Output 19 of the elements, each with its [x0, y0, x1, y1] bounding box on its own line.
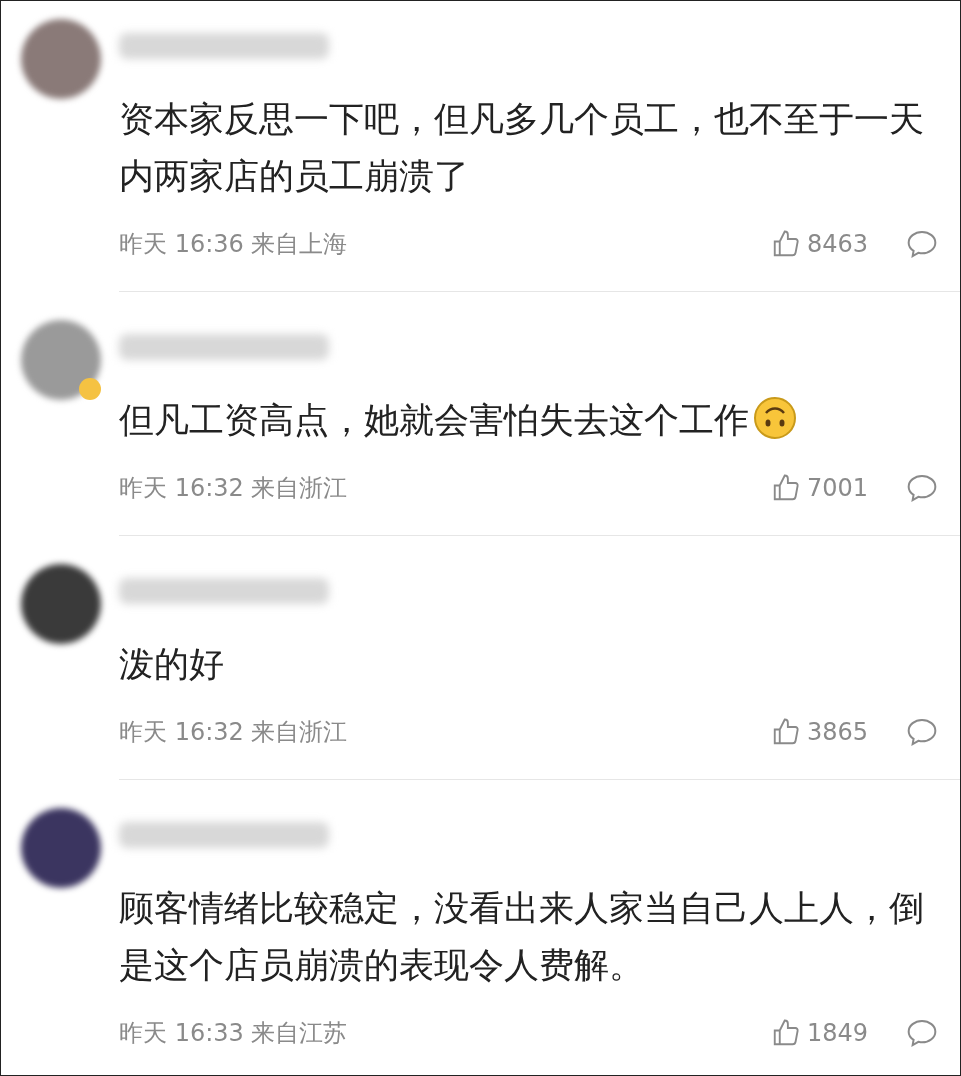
comment-meta: 昨天 16:36 来自上海 [119, 229, 349, 260]
comment-meta: 昨天 16:32 来自浙江 [119, 717, 349, 748]
comment-text: 但凡工资高点，她就会害怕失去这个工作 [119, 392, 929, 449]
comment-icon[interactable] [906, 1018, 938, 1048]
like-count: 8463 [806, 230, 868, 258]
comment-text: 资本家反思一下吧，但凡多几个员工，也不至于一天内两家店的员工崩溃了 [119, 98, 925, 198]
comment-text: 顾客情绪比较稳定，没看出来人家当自己人上人，倒是这个店员崩溃的表现令人费解。 [119, 887, 925, 987]
comment-text: 泼的好 [119, 643, 225, 686]
like-count: 3865 [806, 718, 868, 746]
avatar[interactable] [21, 564, 101, 644]
comment-icon[interactable] [906, 717, 938, 747]
comment-icon[interactable] [906, 473, 938, 503]
emoji-icon [753, 396, 797, 440]
like-count: 7001 [806, 474, 868, 502]
comment-icon[interactable] [906, 229, 938, 259]
like-count: 1849 [806, 1019, 868, 1047]
comment-meta: 昨天 16:32 来自浙江 [119, 473, 349, 504]
comment-meta: 昨天 16:33 来自江苏 [119, 1018, 349, 1049]
avatar[interactable] [21, 808, 101, 888]
